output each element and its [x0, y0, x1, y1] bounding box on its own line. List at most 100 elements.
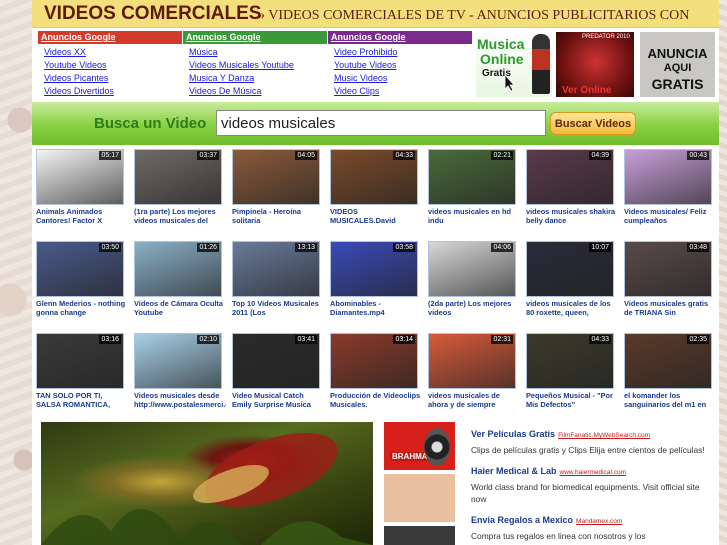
video-thumbnail[interactable]: 04:06	[428, 241, 516, 297]
text-ad: Envia Regalos a Mexico Mandamex.com Compra…	[471, 510, 717, 542]
video-title-link[interactable]: videos musicales en hd indu	[428, 207, 520, 225]
video-thumbnail[interactable]: 04:05	[232, 149, 320, 205]
video-title-link[interactable]: (1ra parte) Los mejores videos musicales…	[134, 207, 226, 225]
video-title-link[interactable]: el komander los sanguinarios del m1 en	[624, 391, 716, 409]
video-thumbnail[interactable]: 02:10	[134, 333, 222, 389]
text-ad-url[interactable]: Mandamex.com	[576, 518, 622, 525]
video-thumbnail[interactable]: 04:39	[526, 149, 614, 205]
site-subtitle: » VIDEOS COMERCIALES DE TV - ANUNCIOS PU…	[258, 8, 690, 23]
video-card[interactable]: 01:26 Videos de Cámara Oculta Youtube	[134, 241, 226, 317]
video-title-link[interactable]: Producción de Videoclips Musicales.	[330, 391, 422, 409]
video-duration: 04:06	[491, 243, 513, 252]
video-card[interactable]: 10:07 videos musicales de los 80 roxette,…	[526, 241, 618, 317]
musica-online-banner[interactable]: Musica Online Gratis	[476, 32, 552, 97]
google-ad-link[interactable]: Music Videos	[334, 72, 472, 85]
video-title-link[interactable]: TAN SOLO POR TI, SALSA ROMANTICA,	[36, 391, 128, 409]
video-thumbnail[interactable]: 04:33	[526, 333, 614, 389]
google-ad-link[interactable]: Musica Y Danza	[189, 72, 327, 85]
video-card[interactable]: 03:48 Videos musicales gratis de TRIANA S…	[624, 241, 716, 317]
video-title-link[interactable]: Videos musicales desde http://www.postal…	[134, 391, 226, 409]
search-input[interactable]	[216, 110, 546, 136]
video-title-link[interactable]: Animals Animados Cantores! Factor X	[36, 207, 128, 225]
video-card[interactable]: 13:13 Top 10 Videos Musicales 2011 (Los	[232, 241, 324, 317]
google-ad-heading[interactable]: Anuncios Google	[38, 31, 182, 44]
video-thumbnail[interactable]: 03:48	[624, 241, 712, 297]
google-ad-link[interactable]: Videos De Música	[189, 85, 327, 98]
video-thumbnail[interactable]: 02:31	[428, 333, 516, 389]
google-ad-link[interactable]: Youtube Videos	[44, 59, 182, 72]
video-duration: 03:48	[687, 243, 709, 252]
video-card[interactable]: 02:10 Videos musicales desde http://www.p…	[134, 333, 226, 409]
video-card[interactable]: 04:05 Pimpinela - Heroína solitaria	[232, 149, 324, 225]
video-card[interactable]: 03:41 Video Musical Catch Emily Surprise …	[232, 333, 324, 409]
google-ad-link[interactable]: Youtube Videos	[334, 59, 472, 72]
video-title-link[interactable]: (2da parte) Los mejores videos	[428, 299, 520, 317]
google-ad-link[interactable]: Video Prohibido	[334, 46, 472, 59]
featured-video-image[interactable]	[41, 422, 373, 545]
video-card[interactable]: 04:33 Pequeños Musical - "Por Mis Defecto…	[526, 333, 618, 409]
predator-banner[interactable]: PREDATOR 2010 Ver Online	[556, 32, 634, 97]
video-card[interactable]: 02:31 videos musicales de ahora y de siem…	[428, 333, 520, 409]
video-title-link[interactable]: videos musicales shakira belly dance	[526, 207, 618, 225]
video-thumbnail[interactable]: 02:35	[624, 333, 712, 389]
video-card[interactable]: 04:06 (2da parte) Los mejores videos	[428, 241, 520, 317]
video-title-link[interactable]: videos musicales de ahora y de siempre	[428, 391, 520, 409]
video-title-link[interactable]: Video Musical Catch Emily Surprise Music…	[232, 391, 324, 409]
video-card[interactable]: 03:58 Abominables - Diamantes.mp4	[330, 241, 422, 317]
video-thumbnail[interactable]: 01:26	[134, 241, 222, 297]
text-ad-url[interactable]: www.haiermedical.com	[560, 469, 626, 476]
video-thumbnail[interactable]: 03:41	[232, 333, 320, 389]
predator-ver-online: Ver Online	[562, 85, 612, 96]
search-button[interactable]: Buscar Videos	[550, 112, 636, 135]
video-thumbnail[interactable]: 02:21	[428, 149, 516, 205]
video-thumbnail[interactable]: 03:50	[36, 241, 124, 297]
video-card[interactable]: 03:14 Producción de Videoclips Musicales.	[330, 333, 422, 409]
video-card[interactable]: 03:37 (1ra parte) Los mejores videos musi…	[134, 149, 226, 225]
video-thumbnail[interactable]: 03:58	[330, 241, 418, 297]
text-ad-title[interactable]: Ver Películas Gratis	[471, 429, 555, 439]
video-title-link[interactable]: Videos musicales gratis de TRIANA Sin	[624, 299, 716, 317]
video-title-link[interactable]: Pimpinela - Heroína solitaria	[232, 207, 324, 225]
video-card[interactable]: 02:35 el komander los sanguinarios del m1…	[624, 333, 716, 409]
google-ad-heading[interactable]: Anuncios Google	[183, 31, 327, 44]
video-title-link[interactable]: VIDEOS MUSICALES.David	[330, 207, 422, 225]
video-thumbnail[interactable]: 03:37	[134, 149, 222, 205]
anuncia-aqui-banner[interactable]: ANUNCIA AQUI GRATIS	[640, 32, 715, 97]
video-title-link[interactable]: Glenn Mederios - nothing gonna change	[36, 299, 128, 317]
video-title-link[interactable]: Videos musicales/ Feliz cumpleaños	[624, 207, 716, 225]
video-card[interactable]: 03:16 TAN SOLO POR TI, SALSA ROMANTICA,	[36, 333, 128, 409]
video-card[interactable]: 05:17 Animals Animados Cantores! Factor X	[36, 149, 128, 225]
video-title-link[interactable]: Abominables - Diamantes.mp4	[330, 299, 422, 317]
video-title-link[interactable]: Top 10 Videos Musicales 2011 (Los	[232, 299, 324, 317]
video-thumbnail[interactable]: 00:43	[624, 149, 712, 205]
video-card[interactable]: 00:43 Videos musicales/ Feliz cumpleaños	[624, 149, 716, 225]
dark-thumb[interactable]	[384, 526, 455, 545]
video-thumbnail[interactable]: 04:33	[330, 149, 418, 205]
video-card[interactable]: 03:50 Glenn Mederios - nothing gonna chan…	[36, 241, 128, 317]
google-ad-heading[interactable]: Anuncios Google	[328, 31, 472, 44]
cartoon-thumb[interactable]	[384, 474, 455, 522]
google-ad-link[interactable]: Música	[189, 46, 327, 59]
video-thumbnail[interactable]: 13:13	[232, 241, 320, 297]
video-thumbnail[interactable]: 05:17	[36, 149, 124, 205]
text-ad-title[interactable]: Envia Regalos a Mexico	[471, 515, 573, 525]
text-ad-url[interactable]: FilmFanatic.MyWebSearch.com	[558, 432, 650, 439]
video-card[interactable]: 04:33 VIDEOS MUSICALES.David	[330, 149, 422, 225]
video-title-link[interactable]: Pequeños Musical - "Por Mis Defectos"	[526, 391, 618, 409]
google-ad-link[interactable]: Videos Picantes	[44, 72, 182, 85]
video-card[interactable]: 02:21 videos musicales en hd indu	[428, 149, 520, 225]
google-ad-link[interactable]: Videos Divertidos	[44, 85, 182, 98]
video-title-link[interactable]: videos musicales de los 80 roxette, quee…	[526, 299, 618, 317]
video-thumbnail[interactable]: 03:14	[330, 333, 418, 389]
text-ad-description: World class brand for biomedical equipme…	[471, 482, 700, 504]
google-ad-link[interactable]: Videos XX	[44, 46, 182, 59]
video-title-link[interactable]: Videos de Cámara Oculta Youtube	[134, 299, 226, 317]
text-ad-title[interactable]: Haier Medical & Lab	[471, 466, 557, 476]
google-ad-link[interactable]: Videos Musicales Youtube	[189, 59, 327, 72]
video-thumbnail[interactable]: 03:16	[36, 333, 124, 389]
site-title[interactable]: VIDEOS COMERCIALES	[44, 3, 261, 25]
google-ad-link[interactable]: Video Clips	[334, 85, 472, 98]
video-thumbnail[interactable]: 10:07	[526, 241, 614, 297]
video-card[interactable]: 04:39 videos musicales shakira belly danc…	[526, 149, 618, 225]
brahma-ad[interactable]: BRAHMA	[384, 422, 455, 470]
